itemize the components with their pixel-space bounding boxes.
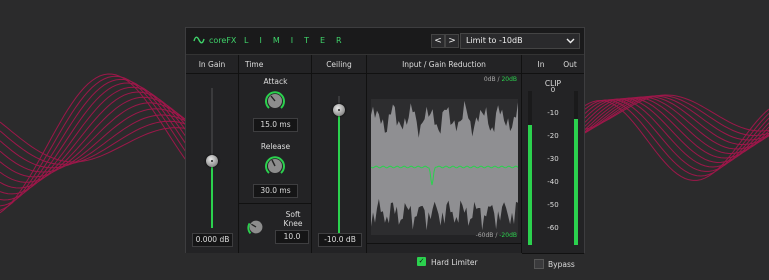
graph-top-range: 0dB / 20dB bbox=[484, 76, 517, 83]
graph-bottom-db-white: -60dB bbox=[475, 232, 494, 239]
preset-name: Limit to -10dB bbox=[466, 36, 523, 45]
gain-reduction-section: Input / Gain Reduction 0dB / 20dB -60dB … bbox=[367, 55, 522, 267]
bypass-label: Bypass bbox=[548, 260, 575, 269]
sine-wave-logo-icon bbox=[193, 36, 205, 44]
limiter-plugin-window: coreFX LIMITER < > Limit to -10dB In Gai… bbox=[185, 27, 585, 269]
graph-top-db-green: 20dB bbox=[501, 76, 517, 83]
release-label: Release bbox=[260, 142, 291, 151]
out-meter-fill bbox=[574, 118, 578, 245]
soft-knee-label: Soft Knee bbox=[283, 210, 303, 228]
in-meter-fill bbox=[528, 124, 532, 245]
ceiling-value[interactable]: -10.0 dB bbox=[318, 233, 362, 247]
soft-knee-knob[interactable] bbox=[245, 216, 267, 238]
section-divider bbox=[186, 73, 238, 74]
ceiling-section: Ceiling -10.0 dB bbox=[312, 55, 367, 253]
out-meter-label: Out bbox=[563, 60, 577, 69]
meter-scale-label: -60 bbox=[547, 224, 559, 232]
waveform-graph bbox=[371, 99, 518, 235]
bypass-divider bbox=[522, 253, 584, 254]
hard-limiter-checkbox[interactable]: ✓ bbox=[417, 257, 426, 266]
preset-prev-button[interactable]: < bbox=[431, 34, 445, 48]
graph-bottom-db-green: -20dB bbox=[499, 232, 517, 239]
hard-limiter-divider bbox=[367, 243, 522, 244]
section-divider bbox=[522, 73, 584, 74]
title-bar: coreFX LIMITER < > Limit to -10dB bbox=[186, 28, 584, 55]
graph-bottom-range: -60dB / -20dB bbox=[476, 232, 517, 239]
chevron-down-icon bbox=[566, 38, 575, 44]
gain-reduction-title: Input / Gain Reduction bbox=[402, 60, 486, 69]
meter-scale-label: -40 bbox=[547, 178, 559, 186]
time-section: Time Attack 15.0 ms Release 30.0 ms Soft… bbox=[239, 55, 312, 253]
in-gain-slider-knob[interactable] bbox=[206, 154, 218, 167]
meter-scale-label: -50 bbox=[547, 201, 559, 209]
in-gain-value[interactable]: 0.000 dB bbox=[192, 233, 233, 247]
preset-dropdown[interactable]: Limit to -10dB bbox=[460, 33, 580, 49]
attack-label: Attack bbox=[263, 77, 288, 86]
preset-next-button[interactable]: > bbox=[445, 34, 459, 48]
in-meter-label: In bbox=[537, 60, 545, 69]
section-divider bbox=[367, 73, 521, 74]
soft-knee-divider bbox=[239, 203, 312, 204]
brand-name: coreFX bbox=[209, 36, 237, 45]
meter-scale-label: -30 bbox=[547, 155, 559, 163]
graph-top-db-white: 0dB bbox=[483, 76, 496, 83]
soft-knee-value[interactable]: 10.0 bbox=[275, 230, 309, 244]
graph-bottom-sep: / bbox=[495, 232, 498, 239]
section-divider bbox=[239, 73, 311, 74]
release-knob[interactable] bbox=[263, 154, 287, 178]
section-divider bbox=[312, 73, 366, 74]
release-value[interactable]: 30.0 ms bbox=[253, 184, 298, 198]
time-title: Time bbox=[245, 60, 264, 69]
ceiling-title: Ceiling bbox=[326, 60, 352, 69]
hard-limiter-label: Hard Limiter bbox=[431, 258, 478, 267]
meter-scale-label: -20 bbox=[547, 132, 559, 140]
attack-value[interactable]: 15.0 ms bbox=[253, 118, 298, 132]
meters-section: In Out CLIP 0 -10 -20 -30 -40 -50 -60 By… bbox=[522, 55, 584, 269]
in-gain-slider-fill bbox=[211, 160, 213, 228]
meter-scale-label: -10 bbox=[547, 109, 559, 117]
graph-top-sep: / bbox=[497, 76, 500, 83]
attack-knob[interactable] bbox=[263, 89, 287, 113]
ceiling-slider-knob[interactable] bbox=[333, 104, 345, 117]
in-gain-section: In Gain 0.000 dB bbox=[186, 55, 239, 253]
product-name: LIMITER bbox=[244, 36, 353, 45]
in-gain-title: In Gain bbox=[198, 60, 226, 69]
meter-scale-label: 0 bbox=[550, 86, 556, 94]
ceiling-slider-fill bbox=[338, 110, 340, 238]
bypass-checkbox[interactable] bbox=[534, 259, 544, 269]
